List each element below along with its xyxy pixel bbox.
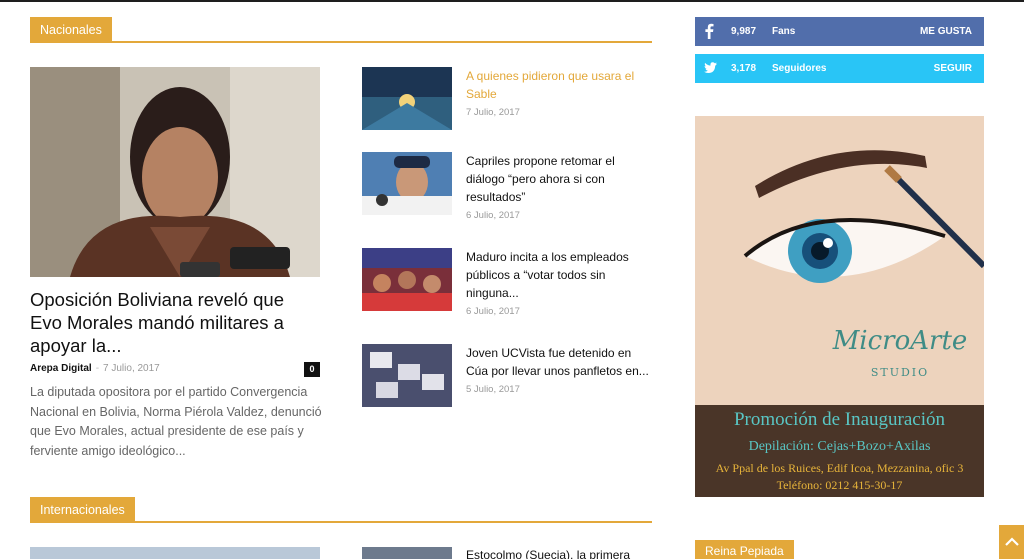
side-article-title[interactable]: Joven UCVista fue detenido en Cúa por ll… <box>466 344 654 380</box>
section-tag-nacionales[interactable]: Nacionales <box>30 17 112 43</box>
internacional-main-image[interactable] <box>30 547 320 559</box>
facebook-fan-count: 9,987 <box>731 26 757 37</box>
side-article-3[interactable]: Maduro incita a los empleados públicos a… <box>362 248 654 317</box>
side-article-thumbnail[interactable] <box>362 67 452 130</box>
side-article-date: 7 Julio, 2017 <box>466 107 520 118</box>
ad-address-text: Av Ppal de los Ruices, Edif Icoa, Mezzan… <box>715 461 964 475</box>
side-article-title[interactable]: Maduro incita a los empleados públicos a… <box>466 248 654 302</box>
main-article-meta: Arepa Digital -7 Julio, 2017 0 <box>30 362 320 378</box>
ad-brand-studio: STUDIO <box>870 366 930 379</box>
side-article-thumbnail[interactable] <box>362 248 452 311</box>
meta-separator: - <box>95 363 100 374</box>
section-header-nacionales: Nacionales <box>30 17 652 43</box>
side-article-date: 5 Julio, 2017 <box>466 384 520 395</box>
twitter-counter[interactable]: 3,178 Seguidores SEGUIR <box>695 54 984 83</box>
twitter-followers-label: Seguidores <box>772 63 827 74</box>
microarte-advertisement[interactable]: MicroArte STUDIO Promoción de Inauguraci… <box>695 116 984 497</box>
side-article-4[interactable]: Joven UCVista fue detenido en Cúa por ll… <box>362 344 652 408</box>
facebook-fans-label: Fans <box>772 26 796 37</box>
top-border <box>0 0 1024 2</box>
side-article-thumbnail[interactable] <box>362 152 452 215</box>
side-article-date: 6 Julio, 2017 <box>466 210 520 221</box>
side-article-thumbnail[interactable] <box>362 344 452 407</box>
facebook-counter[interactable]: 9,987 Fans ME GUSTA <box>695 17 984 46</box>
side-article-date: 6 Julio, 2017 <box>466 306 520 317</box>
chevron-up-icon <box>1004 534 1019 550</box>
twitter-icon <box>695 54 723 83</box>
side-article-1[interactable]: A quienes pidieron que usara el Sable 7 … <box>362 67 652 131</box>
scroll-to-top-button[interactable] <box>999 525 1024 559</box>
facebook-like-button[interactable]: ME GUSTA <box>920 17 972 46</box>
article-author[interactable]: Arepa Digital <box>30 363 92 374</box>
side-article-title[interactable]: A quienes pidieron que usara el Sable <box>466 67 654 103</box>
twitter-follow-button[interactable]: SEGUIR <box>934 54 972 83</box>
sidebar-section-reina-pepiada[interactable]: Reina Pepiada <box>695 540 794 559</box>
ad-promo-text: Promoción de Inauguración <box>733 409 946 430</box>
main-article-excerpt: La diputada opositora por el partido Con… <box>30 385 322 458</box>
section-header-internacionales: Internacionales <box>30 497 652 523</box>
ad-brand-name: MicroArte <box>832 326 968 356</box>
comment-count-badge[interactable]: 0 <box>304 362 320 377</box>
side-article-title[interactable]: Capriles propone retomar el diálogo “per… <box>466 152 654 206</box>
ad-info-panel: Promoción de Inauguración Depilación: Ce… <box>695 405 984 497</box>
internacional-thumbnail[interactable] <box>362 547 452 559</box>
ad-services-text: Depilación: Cejas+Bozo+Axilas <box>748 439 931 454</box>
facebook-icon <box>695 17 723 46</box>
internacional-article-title[interactable]: Estocolmo (Suecia), la primera <box>466 548 630 559</box>
main-article-image[interactable] <box>30 67 320 277</box>
section-tag-internacionales[interactable]: Internacionales <box>30 497 135 523</box>
side-article-2[interactable]: Capriles propone retomar el diálogo “per… <box>362 152 654 221</box>
ad-phone-text: Teléfono: 0212 415-30-17 <box>776 478 903 492</box>
article-date: 7 Julio, 2017 <box>103 363 160 374</box>
twitter-follower-count: 3,178 <box>731 63 757 74</box>
main-article-title[interactable]: Oposición Boliviana reveló que Evo Moral… <box>30 288 320 357</box>
